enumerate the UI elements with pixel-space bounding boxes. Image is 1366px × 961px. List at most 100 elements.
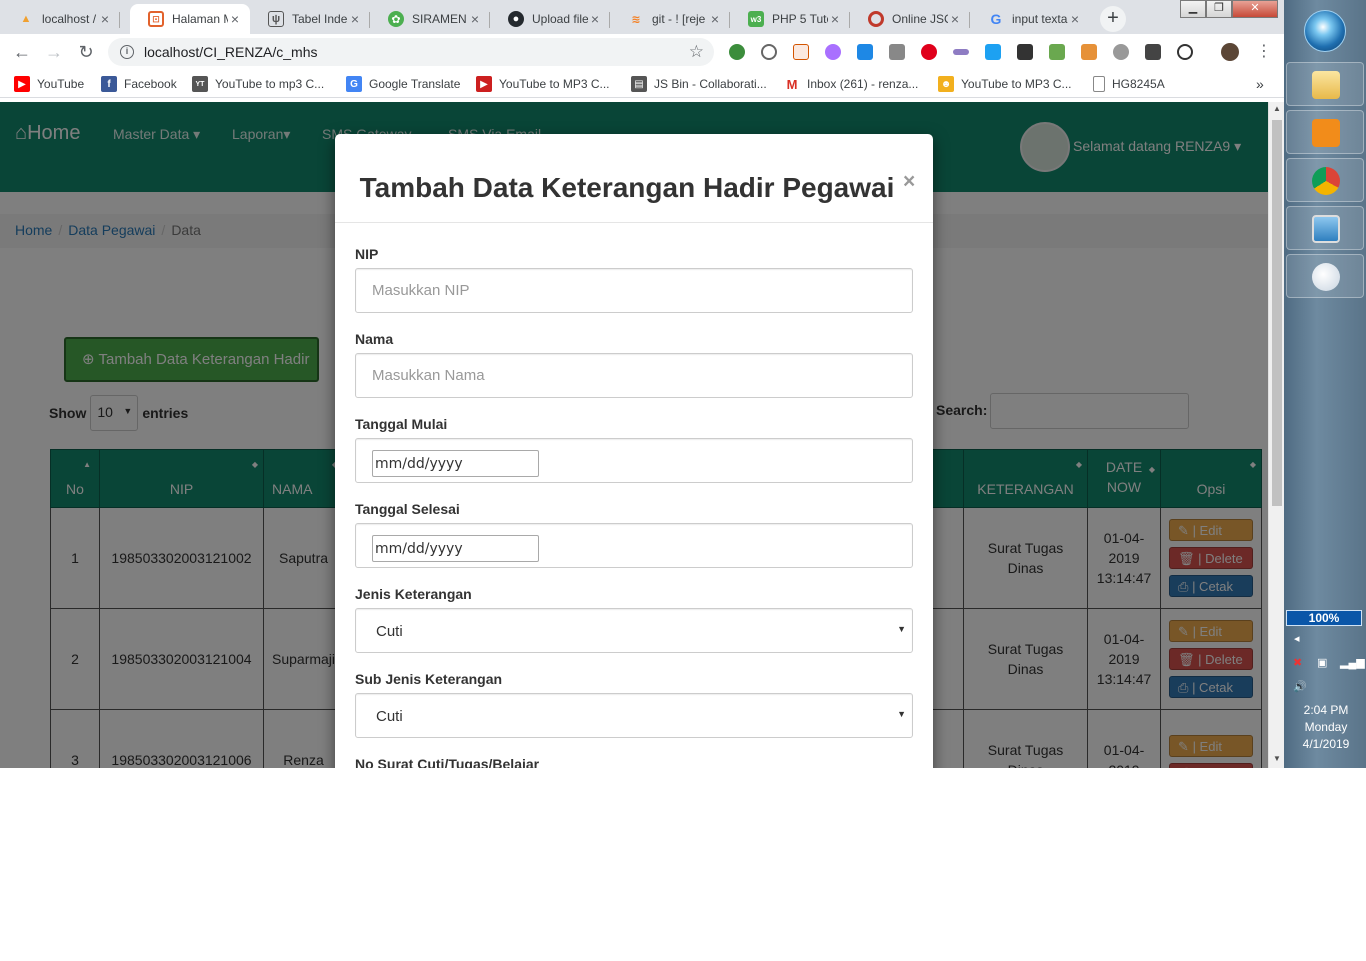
tab-title: Halaman M — [172, 12, 228, 26]
bookmark-ytmp3[interactable]: YT YouTube to mp3 C... — [192, 76, 324, 92]
jenis-keterangan-select[interactable]: Cuti ▼ — [355, 608, 913, 653]
bookmark-facebook[interactable]: f Facebook — [101, 76, 177, 92]
tray-device-icon[interactable]: ▣ — [1317, 656, 1327, 669]
extension-calendar-icon[interactable] — [793, 44, 809, 60]
bookmark-ytmp3-yellow[interactable]: ☻ YouTube to MP3 C... — [938, 76, 1072, 92]
bookmark-hg8245a[interactable]: HG8245A — [1093, 76, 1165, 92]
close-icon[interactable]: × — [828, 11, 842, 27]
page-scrollbar[interactable]: ▲ ▼ — [1268, 102, 1284, 768]
online-icon — [868, 11, 884, 27]
profile-avatar[interactable] — [1221, 43, 1239, 61]
youtube-icon: ▶ — [14, 76, 30, 92]
scroll-down-icon[interactable]: ▼ — [1269, 752, 1285, 766]
taskbar-explorer[interactable] — [1286, 62, 1364, 106]
extension-green-icon[interactable] — [1049, 44, 1065, 60]
taskbar-chrome[interactable] — [1286, 158, 1364, 202]
taskbar-photo-viewer[interactable] — [1286, 206, 1364, 250]
nip-input[interactable]: Masukkan NIP — [355, 268, 913, 313]
taskbar-paint[interactable] — [1286, 254, 1364, 298]
extension-globe-icon[interactable] — [729, 44, 745, 60]
windows-taskbar — [1284, 0, 1366, 768]
bookmark-google-translate[interactable]: G Google Translate — [346, 76, 460, 92]
tanggal-mulai-input[interactable]: mm/dd/yyyy — [372, 450, 539, 477]
volume-icon[interactable]: 🔊 — [1293, 680, 1307, 693]
extension-ring-icon[interactable] — [1177, 44, 1193, 60]
info-icon[interactable]: i — [120, 45, 134, 59]
minimize-button[interactable]: ▁ — [1180, 0, 1206, 18]
new-tab-button[interactable]: + — [1100, 6, 1126, 32]
bookmarks-overflow-button[interactable]: » — [1256, 76, 1264, 92]
ytmp3-icon: YT — [192, 76, 208, 92]
tab-tabel-index[interactable]: ψ Tabel Inde × — [250, 4, 370, 34]
start-button[interactable] — [1304, 10, 1346, 52]
close-icon[interactable]: × — [348, 11, 362, 27]
bookmark-ytmp3-red[interactable]: ▶ YouTube to MP3 C... — [476, 76, 610, 92]
tab-halaman[interactable]: ⊡ Halaman M × — [130, 4, 250, 34]
bookmark-label: HG8245A — [1112, 77, 1165, 91]
close-icon[interactable]: × — [708, 11, 722, 27]
close-icon[interactable]: × — [948, 11, 962, 27]
menu-kebab-icon[interactable]: ⋮ — [1252, 40, 1276, 64]
page-viewport: ⌂Home Master Data ▾ Laporan▾ SMS Gateway… — [0, 102, 1268, 768]
extension-wave-icon[interactable] — [953, 49, 969, 55]
reload-icon[interactable]: ↻ — [74, 40, 98, 64]
signal-icon[interactable]: ▂▄▆ — [1340, 656, 1365, 669]
translate-icon: G — [346, 76, 362, 92]
download-arrow-icon[interactable] — [1145, 44, 1161, 60]
tanggal-selesai-input[interactable]: mm/dd/yyyy — [372, 535, 539, 562]
scroll-thumb[interactable] — [1272, 120, 1282, 506]
nama-placeholder: Masukkan Nama — [372, 367, 485, 384]
nip-placeholder: Masukkan NIP — [372, 282, 470, 299]
modal-title: Tambah Data Keterangan Hadir Pegawai — [359, 172, 895, 203]
modal-close-button[interactable]: × — [903, 170, 915, 194]
tab-php5[interactable]: w3 PHP 5 Tuto × — [730, 4, 850, 34]
maximize-button[interactable]: ❐ — [1206, 0, 1232, 18]
forward-arrow-icon[interactable]: → — [42, 40, 66, 64]
close-icon[interactable]: × — [1068, 11, 1082, 27]
facebook-icon: f — [101, 76, 117, 92]
address-bar[interactable]: i localhost/CI_RENZA/c_mhs ☆ — [108, 38, 714, 66]
window-close-button[interactable]: ✕ — [1232, 0, 1278, 18]
tab-siramen[interactable]: ✿ SIRAMEN × — [370, 4, 490, 34]
modal-header: Tambah Data Keterangan Hadir Pegawai × — [335, 134, 933, 223]
back-arrow-icon[interactable]: ← — [10, 40, 34, 64]
extension-dark-icon[interactable] — [1017, 44, 1033, 60]
tab-git-stackoverflow[interactable]: ≋ git - ! [reje × — [610, 4, 730, 34]
tab-github[interactable]: ● Upload file × — [490, 4, 610, 34]
taskbar-clock[interactable]: 2:04 PM Monday 4/1/2019 — [1286, 702, 1366, 753]
sub-jenis-keterangan-label: Sub Jenis Keterangan — [355, 671, 503, 687]
extension-blue-icon[interactable] — [985, 44, 1001, 60]
nama-input[interactable]: Masukkan Nama — [355, 353, 913, 398]
extension-purple-icon[interactable] — [825, 44, 841, 60]
tab-online-json[interactable]: Online JSC × — [850, 4, 970, 34]
w3schools-icon: w3 — [748, 11, 764, 27]
close-icon[interactable]: × — [468, 11, 482, 27]
sublime-icon — [1312, 119, 1340, 147]
close-icon[interactable]: × — [588, 11, 602, 27]
network-error-icon[interactable]: ✖ — [1293, 656, 1302, 669]
close-icon[interactable]: × — [98, 11, 112, 27]
extension-circle-icon[interactable] — [1113, 44, 1129, 60]
tab-strip: ▲ localhost / × ⊡ Halaman M × ψ Tabel In… — [0, 0, 1284, 34]
bookmark-youtube[interactable]: ▶ YouTube — [14, 76, 84, 92]
ytmp3-red-icon: ▶ — [476, 76, 492, 92]
taskbar-sublime[interactable] — [1286, 110, 1364, 154]
extension-grey-icon[interactable] — [889, 44, 905, 60]
no-surat-label: No Surat Cuti/Tugas/Belajar — [355, 756, 540, 768]
scroll-up-icon[interactable]: ▲ — [1269, 102, 1285, 116]
extension-recycle-icon[interactable] — [761, 44, 777, 60]
tray-expand-icon[interactable]: ◂ — [1294, 632, 1300, 645]
bookmark-gmail[interactable]: M Inbox (261) - renza... — [784, 76, 918, 92]
download-icon[interactable] — [1081, 44, 1097, 60]
close-icon[interactable]: × — [228, 11, 242, 27]
tab-input-textarea[interactable]: G input texta × — [970, 4, 1090, 34]
bookmark-label: YouTube — [37, 77, 85, 91]
google-icon: G — [990, 11, 1002, 27]
sub-jenis-keterangan-select[interactable]: Cuti ▼ — [355, 693, 913, 738]
tab-localhost[interactable]: ▲ localhost / × — [0, 4, 120, 34]
extension-opera-icon[interactable] — [921, 44, 937, 60]
extension-d-icon[interactable] — [857, 44, 873, 60]
bookmark-jsbin[interactable]: ▤ JS Bin - Collaborati... — [631, 76, 767, 92]
bookmark-star-icon[interactable]: ☆ — [689, 42, 704, 62]
battery-indicator[interactable]: 100% — [1286, 610, 1362, 626]
